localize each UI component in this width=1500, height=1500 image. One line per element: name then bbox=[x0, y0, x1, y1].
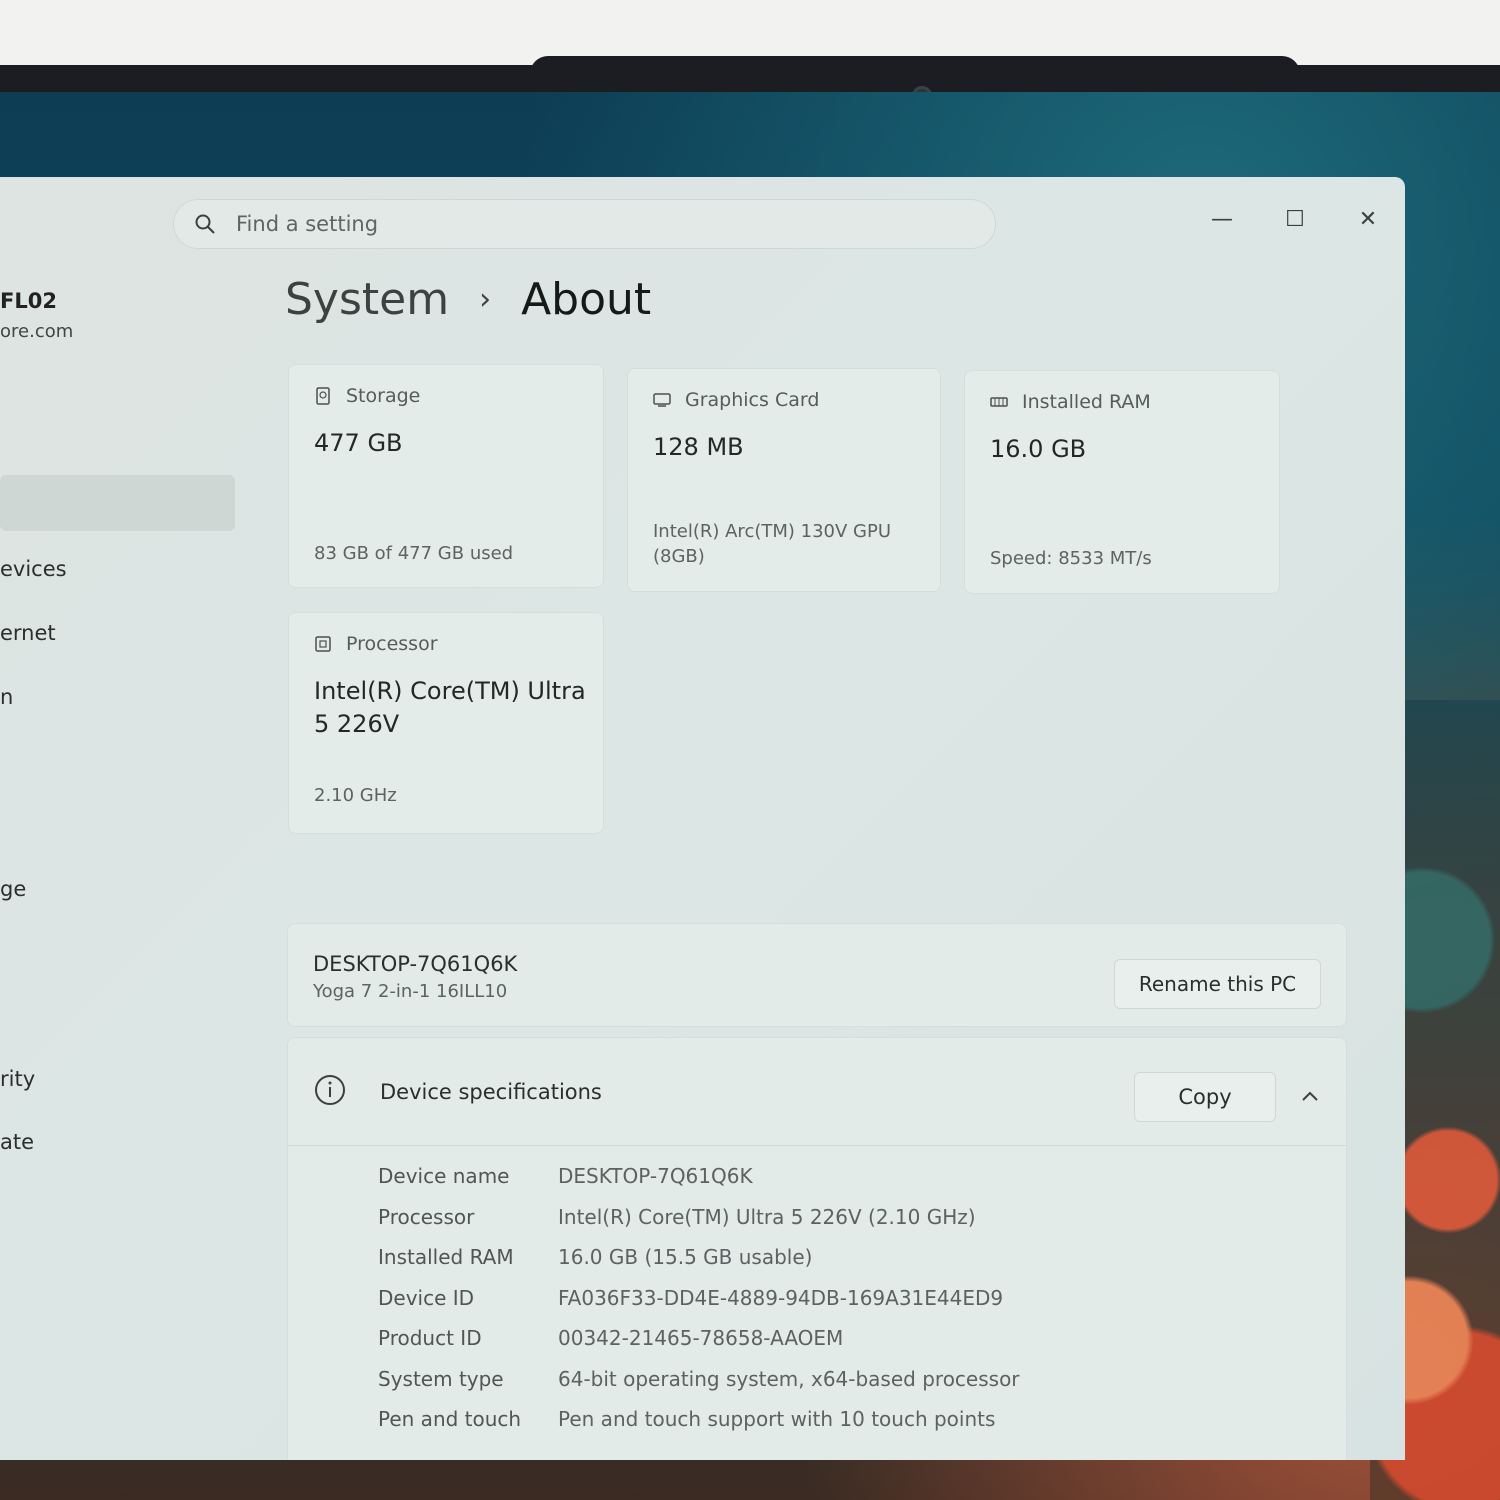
device-specifications-panel: Device specifications Copy Device name D… bbox=[287, 1037, 1347, 1460]
pc-model: Yoga 7 2-in-1 16ILL10 bbox=[313, 981, 508, 1002]
settings-window: Find a setting — ☐ ✕ FL02 ore.com evices… bbox=[0, 177, 1405, 1460]
maximize-button[interactable]: ☐ bbox=[1275, 199, 1315, 239]
breadcrumb-system[interactable]: System bbox=[285, 274, 449, 325]
sidebar-item-network-internet[interactable]: ernet bbox=[0, 621, 56, 645]
search-box[interactable]: Find a setting bbox=[173, 199, 996, 249]
sidebar-item-bluetooth-devices[interactable]: evices bbox=[0, 557, 67, 581]
ram-label: Installed RAM bbox=[1022, 391, 1151, 413]
graphics-model: Intel(R) Arc(TM) 130V GPU bbox=[653, 521, 891, 542]
account-info[interactable]: FL02 ore.com bbox=[0, 289, 73, 342]
graphics-card[interactable]: Graphics Card 128 MB Intel(R) Arc(TM) 13… bbox=[627, 368, 941, 592]
breadcrumb: System › About bbox=[285, 274, 651, 325]
spec-value: FA036F33-DD4E-4889-94DB-169A31E44ED9 bbox=[558, 1286, 1004, 1310]
ram-speed: Speed: 8533 MT/s bbox=[990, 548, 1152, 569]
processor-name-line2: 5 226V bbox=[314, 710, 400, 738]
rename-pc-button[interactable]: Rename this PC bbox=[1114, 959, 1321, 1009]
account-name: FL02 bbox=[0, 289, 57, 313]
storage-card[interactable]: Storage 477 GB 83 GB of 477 GB used bbox=[288, 364, 604, 588]
spec-key: Product ID bbox=[378, 1326, 482, 1350]
search-icon bbox=[194, 213, 216, 235]
spec-key: Pen and touch bbox=[378, 1407, 522, 1431]
page-title: About bbox=[521, 274, 652, 325]
close-button[interactable]: ✕ bbox=[1348, 199, 1388, 239]
spec-row: Installed RAM 16.0 GB (15.5 GB usable) bbox=[378, 1245, 812, 1269]
spec-row: Product ID 00342-21465-78658-AAOEM bbox=[378, 1326, 843, 1350]
spec-row: System type 64-bit operating system, x64… bbox=[378, 1367, 1020, 1391]
account-email: ore.com bbox=[0, 321, 74, 342]
processor-icon bbox=[314, 635, 332, 653]
processor-card[interactable]: Processor Intel(R) Core(TM) Ultra 5 226V… bbox=[288, 612, 604, 834]
spec-key: Installed RAM bbox=[378, 1245, 514, 1269]
spec-key: Processor bbox=[378, 1205, 475, 1229]
sidebar-item-windows-update[interactable]: ate bbox=[0, 1130, 34, 1154]
spec-row: Pen and touch Pen and touch support with… bbox=[378, 1407, 995, 1431]
pc-name: DESKTOP-7Q61Q6K bbox=[313, 952, 518, 976]
storage-icon bbox=[314, 387, 332, 405]
graphics-memory: (8GB) bbox=[653, 546, 705, 567]
copy-button[interactable]: Copy bbox=[1134, 1072, 1276, 1122]
spec-value: Intel(R) Core(TM) Ultra 5 226V (2.10 GHz… bbox=[558, 1205, 976, 1229]
spec-key: Device ID bbox=[378, 1286, 475, 1310]
spec-row: Device ID FA036F33-DD4E-4889-94DB-169A31… bbox=[378, 1286, 1003, 1310]
device-specifications-header[interactable]: Device specifications Copy bbox=[288, 1038, 1346, 1146]
ram-icon bbox=[990, 393, 1008, 411]
spec-value: 64-bit operating system, x64-based proce… bbox=[558, 1367, 1020, 1391]
processor-label: Processor bbox=[346, 633, 438, 655]
breadcrumb-separator: › bbox=[479, 282, 492, 317]
storage-usage: 83 GB of 477 GB used bbox=[314, 543, 514, 564]
sidebar-item-selected[interactable] bbox=[0, 475, 235, 531]
graphics-label: Graphics Card bbox=[685, 389, 820, 411]
spec-key: Device name bbox=[378, 1164, 510, 1188]
device-specifications-title: Device specifications bbox=[380, 1080, 602, 1104]
spec-value: 00342-21465-78658-AAOEM bbox=[558, 1326, 844, 1350]
pc-name-panel: DESKTOP-7Q61Q6K Yoga 7 2-in-1 16ILL10 Re… bbox=[287, 923, 1347, 1027]
spec-value: Pen and touch support with 10 touch poin… bbox=[558, 1407, 996, 1431]
storage-value: 477 GB bbox=[314, 429, 403, 457]
processor-speed: 2.10 GHz bbox=[314, 785, 397, 806]
sidebar-item-personalization[interactable]: n bbox=[0, 685, 13, 709]
spec-key: System type bbox=[378, 1367, 504, 1391]
spec-value: 16.0 GB (15.5 GB usable) bbox=[558, 1245, 813, 1269]
processor-name-line1: Intel(R) Core(TM) Ultra bbox=[314, 677, 586, 705]
sidebar-item-time-language[interactable]: ge bbox=[0, 877, 26, 901]
graphics-card-icon bbox=[653, 391, 671, 409]
ram-card[interactable]: Installed RAM 16.0 GB Speed: 8533 MT/s bbox=[964, 370, 1280, 594]
ram-value: 16.0 GB bbox=[990, 435, 1087, 463]
storage-label: Storage bbox=[346, 385, 421, 407]
chevron-up-icon[interactable] bbox=[1296, 1082, 1324, 1110]
info-icon bbox=[314, 1074, 346, 1106]
search-placeholder[interactable]: Find a setting bbox=[236, 212, 378, 236]
sidebar-item-privacy-security[interactable]: rity bbox=[0, 1067, 35, 1091]
minimize-button[interactable]: — bbox=[1202, 199, 1242, 239]
graphics-value: 128 MB bbox=[653, 433, 744, 461]
spec-value: DESKTOP-7Q61Q6K bbox=[558, 1164, 753, 1188]
spec-row: Device name DESKTOP-7Q61Q6K bbox=[378, 1164, 753, 1188]
spec-row: Processor Intel(R) Core(TM) Ultra 5 226V… bbox=[378, 1205, 976, 1229]
